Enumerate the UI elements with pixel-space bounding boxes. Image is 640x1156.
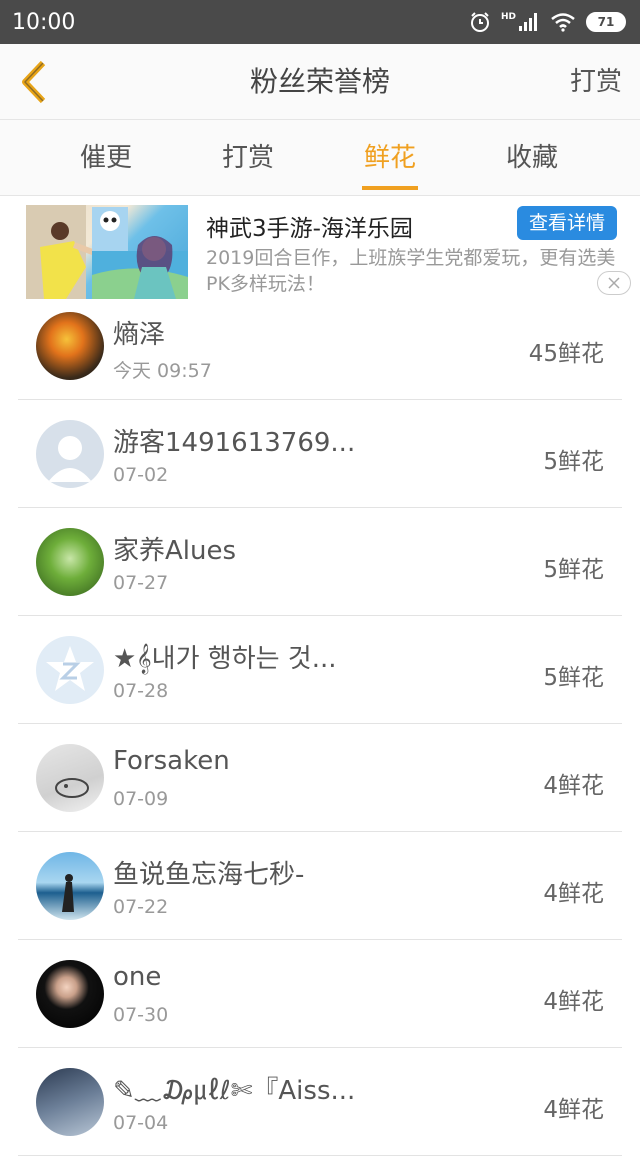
tab-reward[interactable]: 打赏 bbox=[198, 120, 298, 196]
ad-banner[interactable]: 神武3手游-海洋乐园 查看详情 2019回合巨作，上班族学生党都爱玩，更有选美P… bbox=[0, 197, 640, 305]
reward-button[interactable]: 打赏 bbox=[570, 44, 622, 120]
flower-count: 5鲜花 bbox=[543, 449, 604, 475]
close-icon bbox=[608, 277, 620, 289]
flower-count: 4鲜花 bbox=[543, 1097, 604, 1123]
fan-name: one bbox=[113, 962, 162, 992]
fan-name: 游客1491613769... bbox=[113, 428, 356, 458]
tab-label: 催更 bbox=[79, 143, 132, 173]
tab-label: 打赏 bbox=[221, 143, 274, 173]
avatar bbox=[36, 960, 104, 1028]
fan-date: 07-30 bbox=[113, 1004, 169, 1026]
fan-date: 07-28 bbox=[113, 680, 169, 702]
fan-date: 07-09 bbox=[113, 788, 169, 810]
list-item[interactable]: 家养Alues 07-27 5鲜花 bbox=[18, 508, 622, 616]
tab-favorites[interactable]: 收藏 bbox=[482, 120, 582, 196]
page-title: 粉丝荣誉榜 bbox=[249, 65, 390, 98]
fan-date: 今天 09:57 bbox=[113, 360, 212, 382]
fan-date: 07-27 bbox=[113, 572, 169, 594]
flower-count: 4鲜花 bbox=[543, 881, 604, 907]
status-time: 10:00 bbox=[12, 9, 76, 35]
list-item[interactable]: 游客1491613769... 07-02 5鲜花 bbox=[18, 400, 622, 508]
flower-count: 4鲜花 bbox=[543, 989, 604, 1015]
ad-title[interactable]: 神武3手游-海洋乐园 bbox=[206, 209, 413, 243]
list-item[interactable]: 熵泽 今天 09:57 45鲜花 bbox=[18, 292, 622, 400]
flower-count: 4鲜花 bbox=[543, 773, 604, 799]
nav-bar: 粉丝荣誉榜 打赏 bbox=[0, 44, 640, 120]
battery-icon: 71 bbox=[586, 12, 626, 32]
fan-date: 07-22 bbox=[113, 896, 169, 918]
list-item[interactable]: Forsaken 07-09 4鲜花 bbox=[18, 724, 622, 832]
status-icons: HD 71 bbox=[469, 11, 626, 33]
list-item[interactable]: one 07-30 4鲜花 bbox=[18, 940, 622, 1048]
fan-date: 07-02 bbox=[113, 464, 169, 486]
fan-name: 鱼说鱼忘海七秒- bbox=[113, 860, 305, 890]
list-item[interactable]: ★𝄞내가 행하는 것... 07-28 5鲜花 bbox=[18, 616, 622, 724]
flower-count: 5鲜花 bbox=[543, 665, 604, 691]
tab-flowers[interactable]: 鲜花 bbox=[340, 120, 440, 196]
network-label: HD bbox=[500, 12, 516, 22]
alarm-icon bbox=[470, 12, 489, 32]
tab-active-indicator bbox=[362, 186, 418, 190]
fan-name: 熵泽 bbox=[113, 320, 166, 350]
avatar bbox=[36, 312, 104, 380]
avatar bbox=[36, 852, 104, 920]
fan-name: Forsaken bbox=[113, 746, 230, 776]
fan-name: 家养Alues bbox=[113, 536, 237, 566]
signal-icon bbox=[519, 13, 537, 31]
tab-bar: 催更 打赏 鲜花 收藏 bbox=[0, 120, 640, 196]
avatar bbox=[36, 420, 104, 488]
list-item[interactable]: ✎﹏₯㎕ℓ✄『Aiss... 07-04 4鲜花 bbox=[18, 1048, 622, 1156]
tab-label: 鲜花 bbox=[363, 143, 416, 173]
fan-date: 07-04 bbox=[113, 1112, 169, 1134]
avatar bbox=[36, 1068, 104, 1136]
battery-level: 71 bbox=[597, 15, 615, 29]
ad-details-button[interactable]: 查看详情 bbox=[517, 206, 617, 240]
fan-name: ✎﹏₯㎕ℓ✄『Aiss... bbox=[113, 1076, 356, 1106]
ad-image[interactable] bbox=[26, 205, 188, 299]
fan-name: ★𝄞내가 행하는 것... bbox=[113, 644, 337, 674]
avatar bbox=[36, 528, 104, 596]
ad-description: 2019回合巨作，上班族学生党都爱玩，更有选美PK多样玩法！ bbox=[206, 247, 616, 295]
avatar bbox=[36, 636, 104, 704]
tab-urge[interactable]: 催更 bbox=[56, 120, 156, 196]
wifi-icon bbox=[551, 13, 575, 32]
tab-label: 收藏 bbox=[505, 143, 558, 173]
list-item[interactable]: 鱼说鱼忘海七秒- 07-22 4鲜花 bbox=[18, 832, 622, 940]
status-bar: 10:00 HD 71 bbox=[0, 0, 640, 44]
flower-count: 5鲜花 bbox=[543, 557, 604, 583]
flower-count: 45鲜花 bbox=[528, 341, 604, 367]
avatar bbox=[36, 744, 104, 812]
